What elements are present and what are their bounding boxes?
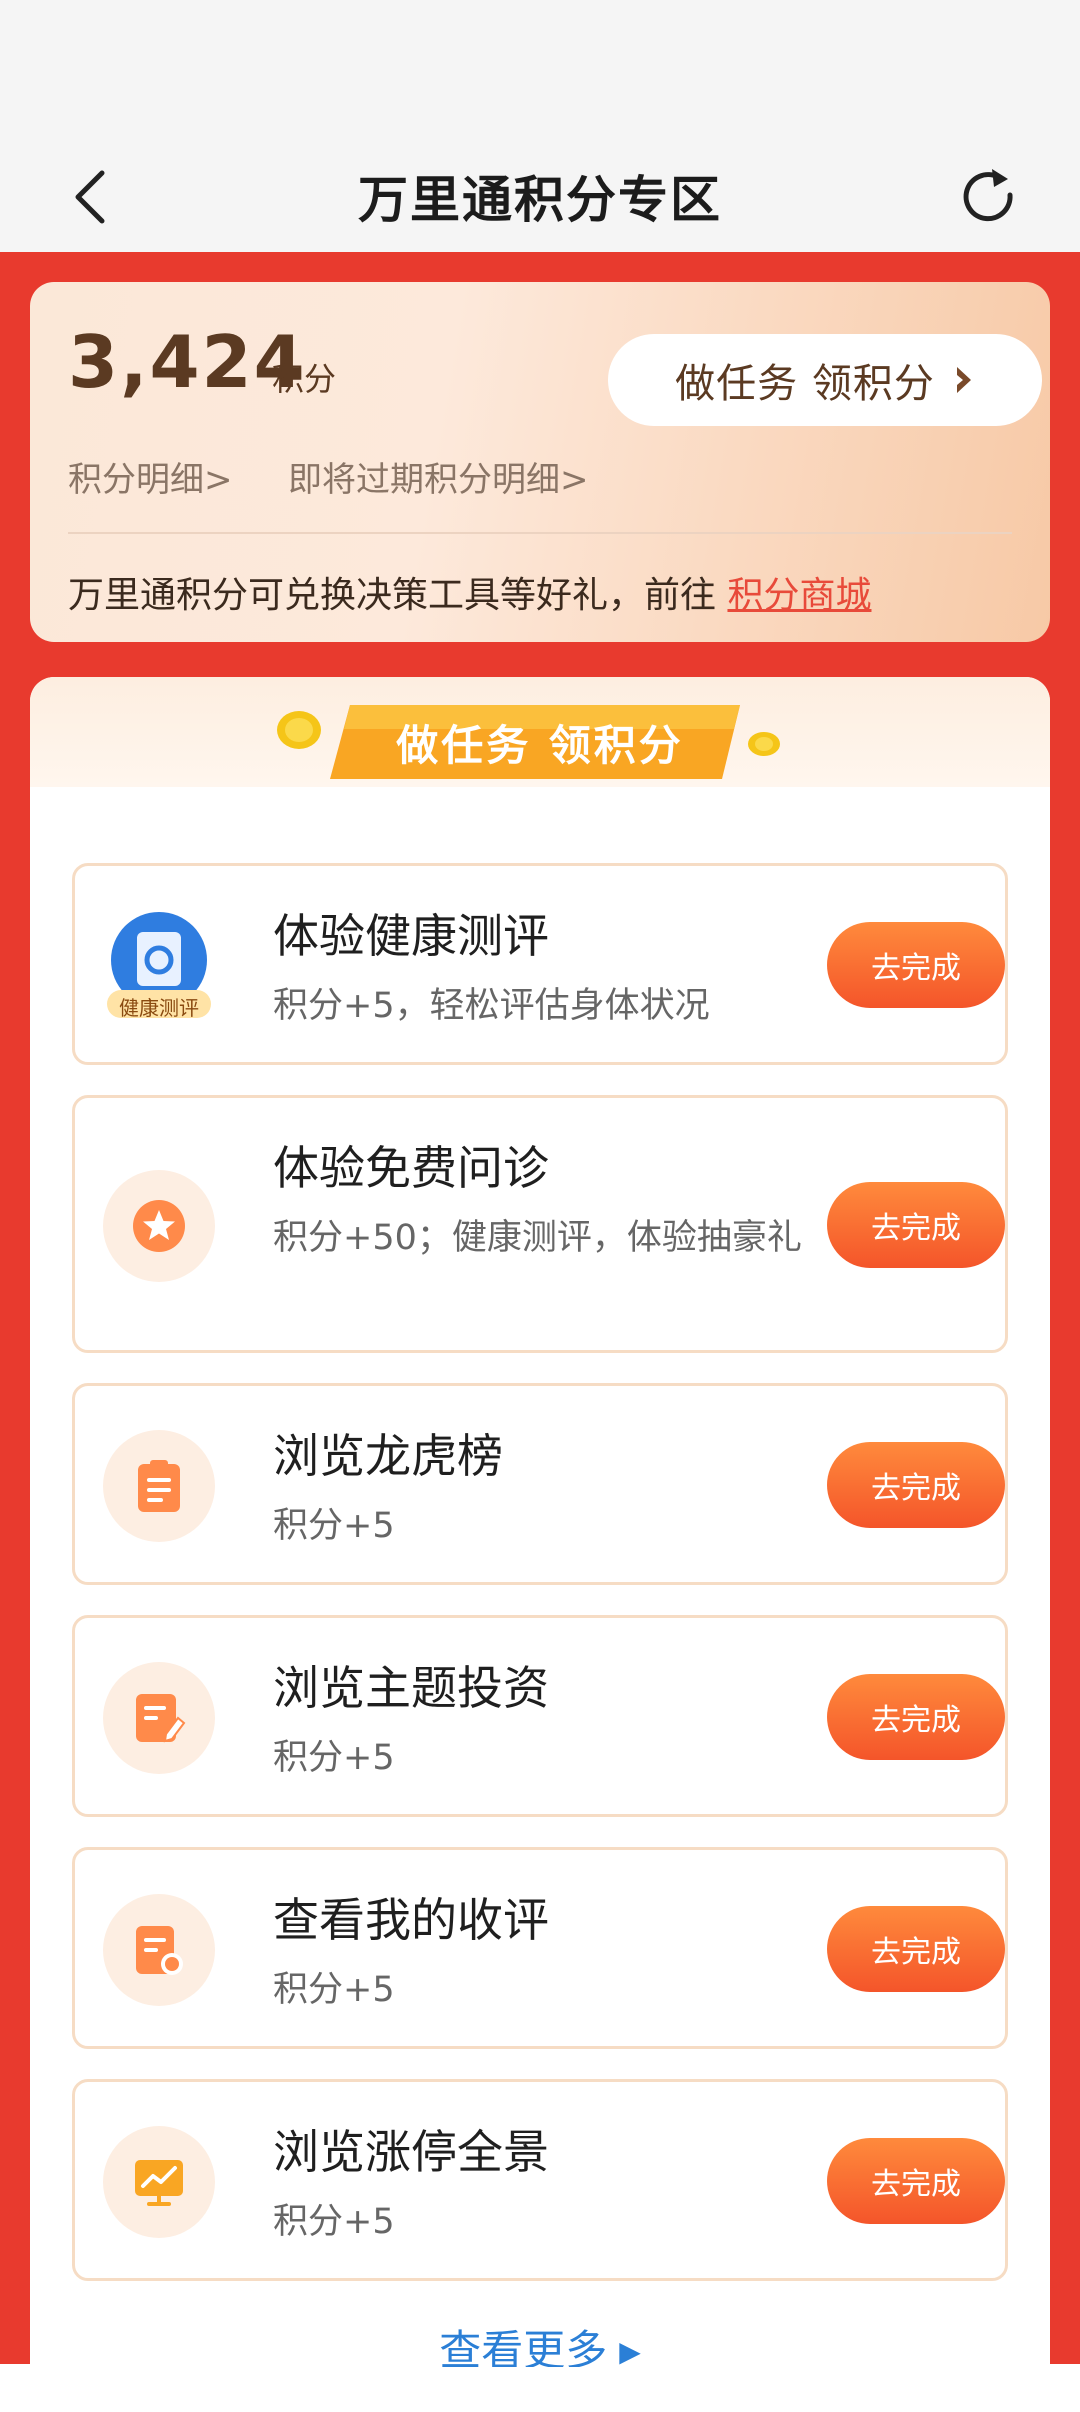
do-task-label: 做任务 领积分 xyxy=(675,361,935,407)
clipboard-icon xyxy=(103,1430,215,1542)
task-desc: 积分+5 xyxy=(273,2202,395,2242)
go-complete-button[interactable]: 去完成 xyxy=(827,1674,1005,1760)
task-title: 体验健康测评 xyxy=(273,909,549,963)
points-card: 3,424 积分 做任务 领积分 积分明细> 即将过期积分明细> 万里通积分可兑… xyxy=(30,282,1050,642)
points-balance: 3,424 xyxy=(68,320,306,404)
chevron-right-icon xyxy=(956,367,971,393)
view-more-label: 查看更多 xyxy=(439,2326,608,2367)
coin-icon xyxy=(277,711,321,749)
chart-board-icon xyxy=(103,2126,215,2238)
go-complete-button[interactable]: 去完成 xyxy=(827,1442,1005,1528)
task-item-theme-invest: 浏览主题投资 积分+5 去完成 xyxy=(72,1615,1008,1817)
exchange-text: 万里通积分可兑换决策工具等好礼，前往 xyxy=(68,575,717,616)
task-panel: 做任务 领积分 健康测评 体验健康测评 积分+5，轻松评估身体状况 去完成 体验… xyxy=(30,677,1050,2367)
points-unit: 积分 xyxy=(272,360,337,398)
page-title: 万里通积分专区 xyxy=(358,171,722,229)
task-title: 浏览龙虎榜 xyxy=(273,1429,503,1483)
do-task-button[interactable]: 做任务 领积分 xyxy=(608,334,1042,426)
task-item-my-review: 查看我的收评 积分+5 去完成 xyxy=(72,1847,1008,2049)
star-icon xyxy=(103,1170,215,1282)
play-arrow-icon: ▶ xyxy=(619,2335,641,2367)
edit-doc-icon xyxy=(103,1662,215,1774)
coin-icon xyxy=(748,732,780,756)
nav-bar: 万里通积分专区 xyxy=(0,140,1080,252)
banner-title: 做任务 领积分 xyxy=(396,720,684,770)
task-desc: 积分+5，轻松评估身体状况 xyxy=(273,986,710,1026)
task-desc: 积分+50；健康测评，体验抽豪礼 xyxy=(273,1218,802,1258)
divider xyxy=(68,532,1012,534)
task-title: 查看我的收评 xyxy=(273,1893,549,1947)
status-bar-area xyxy=(0,0,1080,140)
panel-header: 做任务 领积分 xyxy=(30,677,1050,787)
task-item-dragon-tiger: 浏览龙虎榜 积分+5 去完成 xyxy=(72,1383,1008,1585)
task-title: 浏览主题投资 xyxy=(273,1661,549,1715)
health-test-icon: 健康测评 xyxy=(103,910,215,1022)
task-desc: 积分+5 xyxy=(273,1506,395,1546)
points-detail-link[interactable]: 积分明细> xyxy=(68,452,233,501)
chevron-left-icon xyxy=(75,170,105,224)
review-doc-icon xyxy=(103,1894,215,2006)
health-test-badge: 健康测评 xyxy=(119,996,199,1020)
back-button[interactable] xyxy=(60,162,120,232)
points-mall-link[interactable]: 积分商城 xyxy=(727,575,871,616)
go-complete-button[interactable]: 去完成 xyxy=(827,922,1005,1008)
task-title: 浏览涨停全景 xyxy=(273,2125,549,2179)
task-item-limit-up: 浏览涨停全景 积分+5 去完成 xyxy=(72,2079,1008,2281)
task-desc: 积分+5 xyxy=(273,1738,395,1778)
go-complete-button[interactable]: 去完成 xyxy=(827,2138,1005,2224)
go-complete-button[interactable]: 去完成 xyxy=(827,1906,1005,1992)
task-title: 体验免费问诊 xyxy=(273,1141,549,1195)
go-complete-button[interactable]: 去完成 xyxy=(827,1182,1005,1268)
task-banner: 做任务 领积分 xyxy=(330,699,750,785)
task-item-health-test: 健康测评 体验健康测评 积分+5，轻松评估身体状况 去完成 xyxy=(72,863,1008,1065)
refresh-button[interactable] xyxy=(950,162,1030,232)
view-more-link[interactable]: 查看更多 ▶ xyxy=(30,2317,1050,2367)
bottom-strip xyxy=(0,2364,1080,2412)
task-item-free-consult: 体验免费问诊 积分+50；健康测评，体验抽豪礼 去完成 xyxy=(72,1095,1008,1353)
task-desc: 积分+5 xyxy=(273,1970,395,2010)
expiring-points-link[interactable]: 即将过期积分明细> xyxy=(288,452,589,501)
refresh-icon xyxy=(963,169,1013,222)
exchange-info: 万里通积分可兑换决策工具等好礼，前往 积分商城 xyxy=(68,566,871,618)
